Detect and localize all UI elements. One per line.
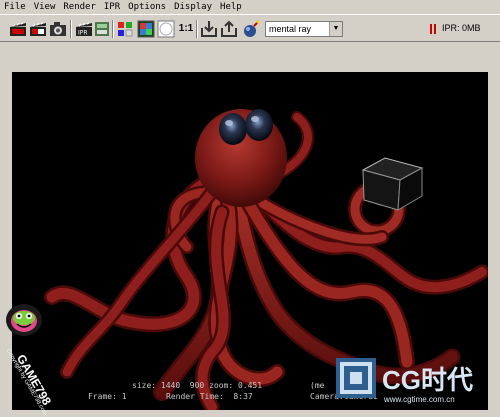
ipr-clapper-icon: IPR: [76, 22, 92, 37]
render-globals-button[interactable]: [241, 19, 261, 39]
toolbar: IPR 1:1 mental ray ▼ IPR: 0MB: [0, 14, 500, 42]
cgtime-watermark: CG时代 www.cgtime.com.cn: [326, 354, 500, 410]
chevron-down-icon: ▼: [329, 22, 342, 36]
render-globals-icon: [244, 20, 260, 37]
toolbar-separator: [196, 20, 198, 38]
toolbar-separator: [112, 20, 114, 38]
menu-help[interactable]: Help: [216, 0, 246, 14]
octopus-eye-right: [245, 109, 273, 141]
menu-view[interactable]: View: [30, 0, 60, 14]
render-info-me: (me: [310, 381, 325, 390]
menu-options[interactable]: Options: [124, 0, 170, 14]
render-size-info: size: 1440 900 zoom: 0.451: [132, 381, 263, 390]
color-swatch-icon: [137, 20, 155, 38]
render-time-info: Render Time: 8:37: [166, 392, 253, 401]
channels-button[interactable]: [115, 19, 135, 39]
ipr-refresh-icon: [95, 22, 109, 36]
real-size-button[interactable]: 1:1: [176, 19, 196, 39]
rgb-channels-icon: [118, 22, 133, 37]
pause-icon[interactable]: [430, 24, 438, 34]
ipr-render-button[interactable]: IPR: [74, 19, 94, 39]
keep-image-icon: [201, 21, 217, 37]
cgtime-url: www.cgtime.com.cn: [384, 395, 455, 404]
svg-text:IPR: IPR: [78, 30, 88, 37]
renderer-value: mental ray: [269, 24, 312, 34]
snapshot-camera-icon: [50, 22, 66, 36]
ipr-refresh-button[interactable]: [92, 19, 112, 39]
clapper-region-icon: [30, 22, 46, 36]
snapshot-button[interactable]: [48, 19, 68, 39]
color-display-button[interactable]: [136, 19, 156, 39]
menu-bar: File View Render IPR Options Display Hel…: [0, 0, 500, 14]
render-region-button[interactable]: [28, 19, 48, 39]
remove-image-icon: [221, 20, 237, 37]
octopus-eye-left: [219, 113, 247, 145]
frame-info: Frame: 1: [88, 392, 127, 401]
menu-display[interactable]: Display: [170, 0, 216, 14]
menu-ipr[interactable]: IPR: [100, 0, 124, 14]
cgtime-brand: CG时代: [382, 365, 474, 395]
alpha-channel-icon: [157, 20, 175, 38]
game798-watermark: GAME798 Copyright by GAME798.com: [0, 300, 78, 417]
ipr-memory-status: IPR: 0MB: [442, 23, 481, 33]
redo-render-button[interactable]: [8, 19, 28, 39]
menu-render[interactable]: Render: [59, 0, 100, 14]
menu-file[interactable]: File: [0, 0, 30, 14]
keep-image-button[interactable]: [199, 19, 219, 39]
clapper-render-icon: [10, 22, 26, 36]
remove-image-button[interactable]: [219, 19, 239, 39]
alpha-channel-button[interactable]: [156, 19, 176, 39]
renderer-dropdown[interactable]: mental ray ▼: [265, 21, 343, 37]
box-prop: [361, 157, 424, 211]
cgtime-logo-icon: [336, 358, 376, 398]
toolbar-separator: [70, 20, 72, 38]
